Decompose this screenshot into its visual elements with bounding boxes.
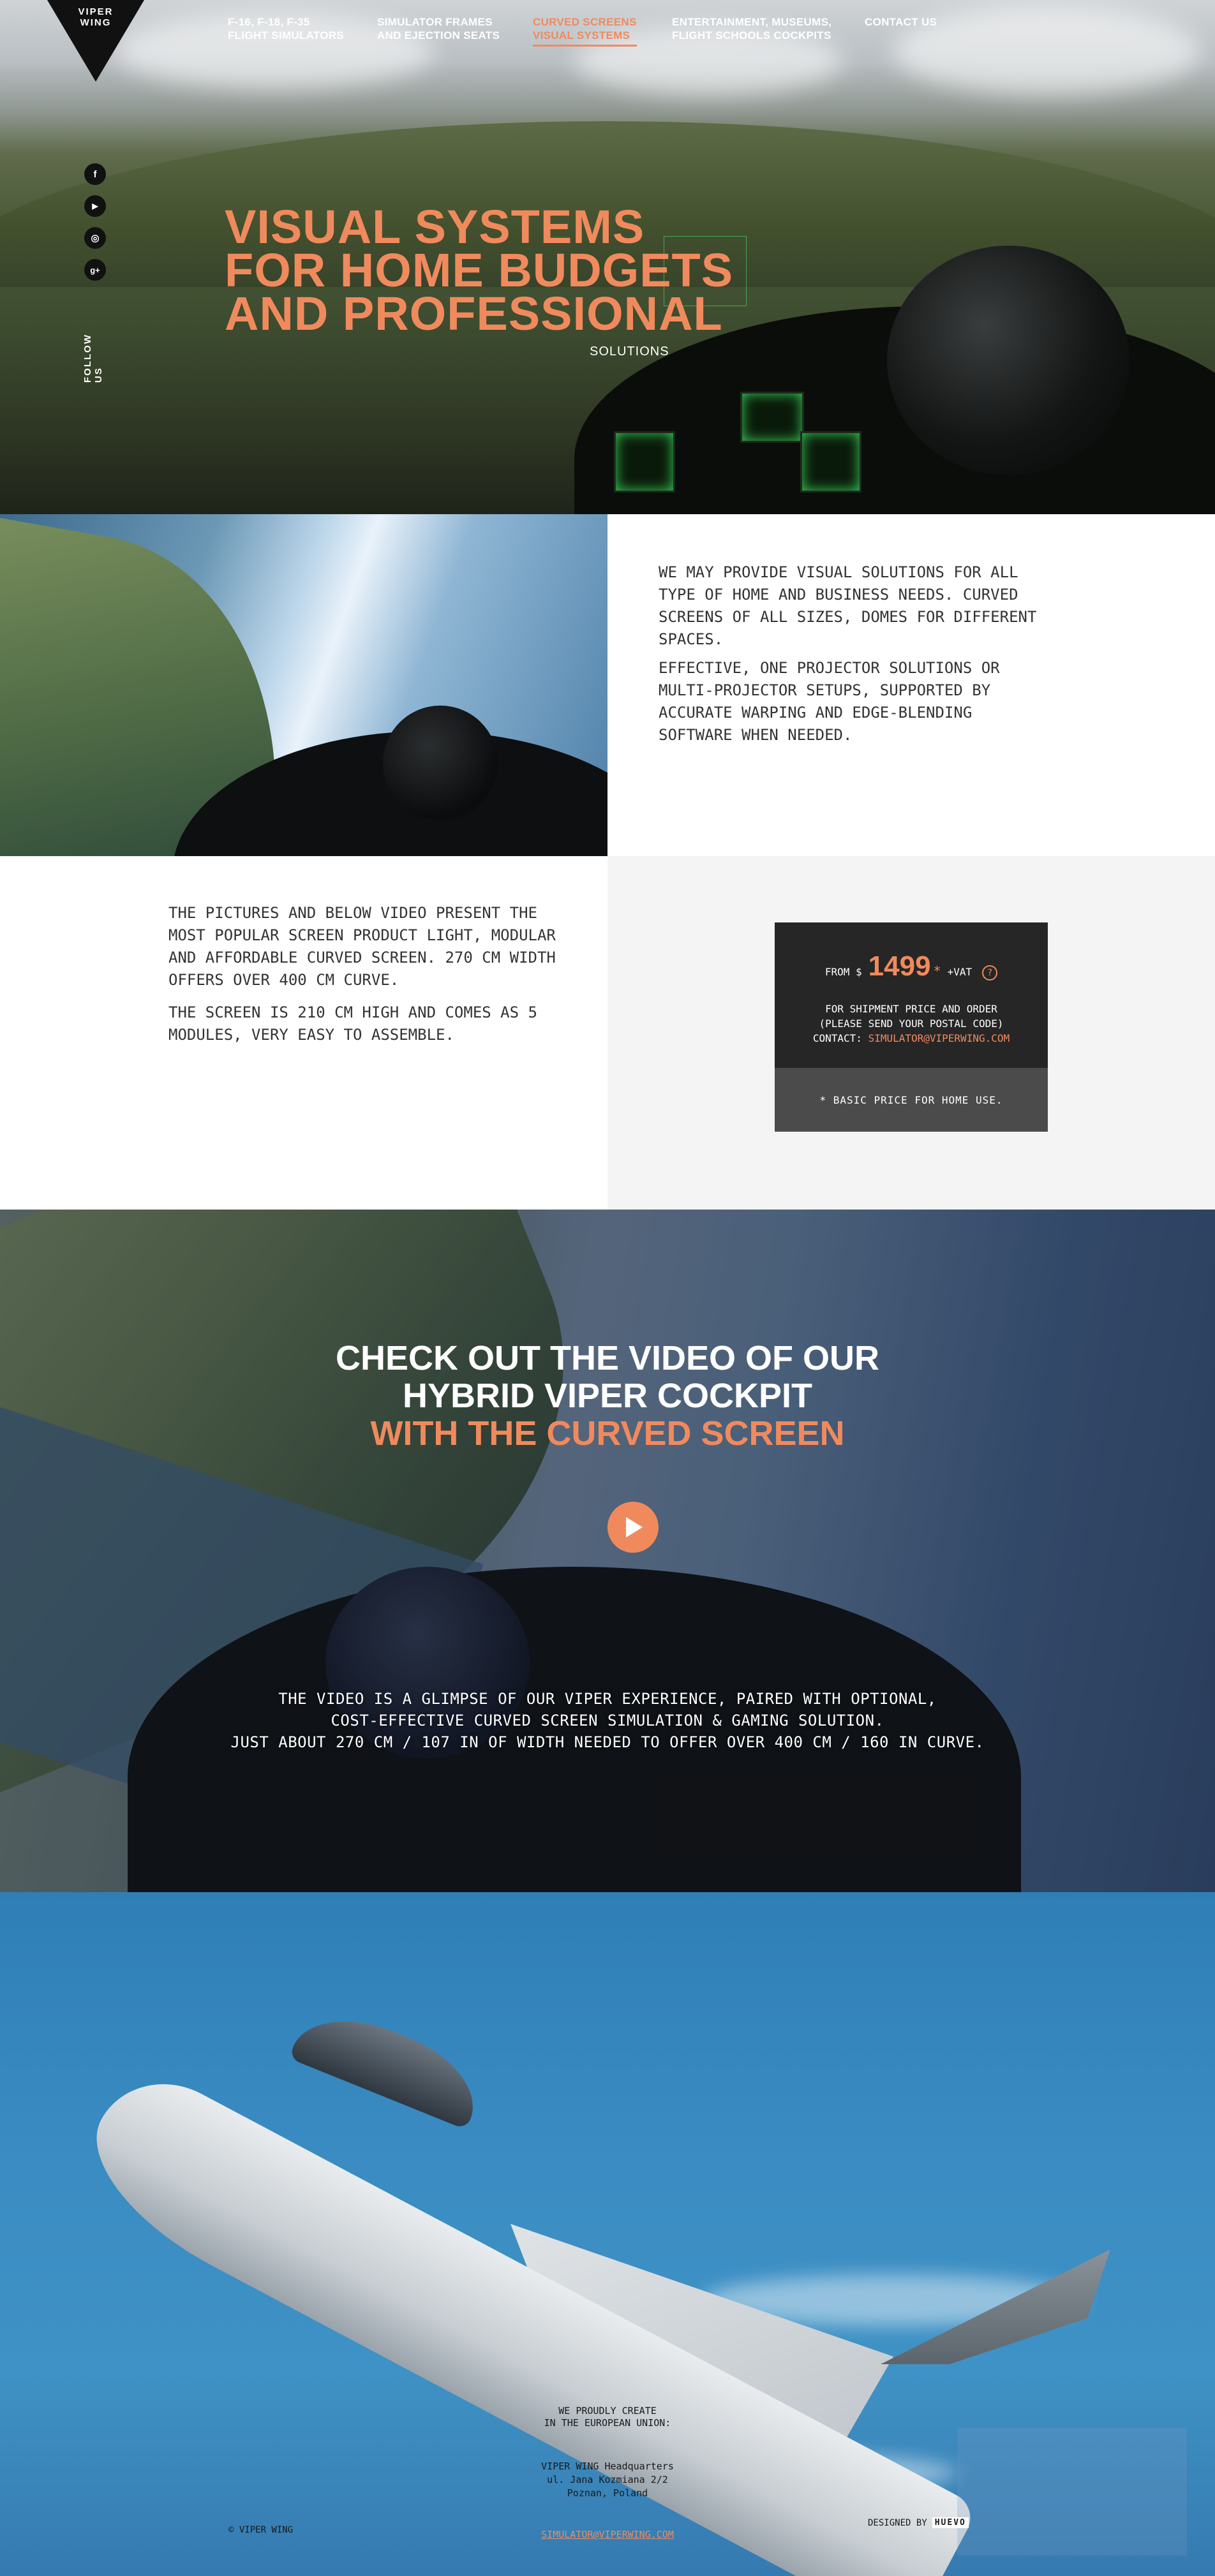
cockpit-display [740,392,804,443]
cloud [893,6,1200,96]
logo-text: VIPER WING [47,6,144,28]
designer-logo[interactable]: HUEVO [932,2517,969,2528]
product-description: The pictures and below video present the… [168,902,577,1056]
video-title-line2: HYBRID VIPER COCKPIT [402,1377,813,1415]
video-title-line1: CHECK OUT THE VIDEO OF OUR [335,1339,880,1377]
video-title: CHECK OUT THE VIDEO OF OUR HYBRID VIPER … [0,1340,1215,1453]
google-plus-icon[interactable]: g+ [84,259,106,281]
logo-line-2: WING [80,17,112,28]
follow-us-label: FOLLOW US [82,334,104,383]
pilot-helmet [887,246,1129,475]
credit-line: WE PROUDLY CREATE [558,2405,657,2417]
price-value: 1499 [868,951,931,982]
cockpit-display [614,431,675,492]
price-card: FROM $ 1499 * +VAT ? FOR SHIPMENT PRICE … [775,922,1048,1132]
facebook-icon[interactable]: f [84,163,106,185]
nav-label-line2: FLIGHT SCHOOLS COCKPITS [672,29,831,41]
hero-subtitle: SOLUTIONS [590,344,669,359]
nav-label-line1: CURVED SCREENS [533,16,637,28]
address-line: Poznan, Poland [567,2487,648,2499]
contact-label: CONTACT: [812,1032,862,1044]
price-info: FOR SHIPMENT PRICE AND ORDER (PLEASE SEN… [775,1002,1048,1046]
logo-line-1: VIPER [78,6,114,17]
nav-label-line2: VISUAL SYSTEMS [533,29,630,41]
instagram-icon[interactable]: ◎ [84,227,106,249]
price-info-line: FOR SHIPMENT PRICE AND ORDER [825,1003,997,1015]
nav-label-line1: F-16, F-18, F-35 [228,16,310,28]
nav-label-line1: ENTERTAINMENT, MUSEUMS, [672,16,832,28]
price-contact-line: CONTACT: SIMULATOR@VIPERWING.COM [775,1031,1048,1046]
video-overlay [0,1210,1215,1892]
nav-label-line2: FLIGHT SIMULATORS [228,29,345,41]
footer-credit: WE PROUDLY CREATE IN THE EUROPEAN UNION: [0,2405,1215,2429]
play-icon [626,1517,643,1537]
paragraph: We may provide visual solutions for all … [659,563,1037,648]
price-note: * BASIC PRICE FOR HOME USE. [775,1068,1048,1132]
nav-contact-us[interactable]: CONTACT US [865,15,937,29]
play-video-button[interactable] [608,1502,659,1553]
credit-line: IN THE EUROPEAN UNION: [544,2417,671,2429]
price-row: FROM $ 1499 * +VAT ? [775,951,1048,982]
footer-email-link[interactable]: SIMULATOR@VIPERWING.COM [0,2529,1215,2540]
video-description: The video is a glimpse of our Viper expe… [0,1688,1215,1753]
nav-curved-screens[interactable]: CURVED SCREENS VISUAL SYSTEMS [533,15,637,47]
address-line: VIPER WING Headquarters [541,2461,674,2472]
pilot-helmet [383,706,498,820]
price-vat: +VAT [947,966,973,978]
nav-simulator-frames[interactable]: SIMULATOR FRAMES AND EJECTION SEATS [377,15,500,42]
visual-solutions-text: We may provide visual solutions for all … [659,561,1054,753]
hero-title: VISUAL SYSTEMS FOR HOME BUDGETS AND PROF… [225,200,735,340]
hero-title-line1: VISUAL SYSTEMS [225,200,645,253]
designed-by: DESIGNED BY HUEVO [868,2517,969,2528]
hero-title-line3: AND PROFESSIONAL [225,287,723,340]
youtube-icon[interactable]: ▶ [84,195,106,217]
nav-entertainment[interactable]: ENTERTAINMENT, MUSEUMS, FLIGHT SCHOOLS C… [672,15,831,42]
site-logo[interactable]: VIPER WING [47,0,144,82]
price-asterisk: * [933,963,941,979]
paragraph: Effective, one projector solutions or mu… [659,659,1000,744]
price-info-line: (PLEASE SEND YOUR POSTAL CODE) [819,1018,1004,1030]
video-title-line3: WITH THE CURVED SCREEN [370,1414,845,1453]
social-links: f ▶ ◎ g+ [84,163,107,291]
cockpit-display [800,431,861,492]
nav-label-line1: SIMULATOR FRAMES [377,16,493,28]
help-icon[interactable]: ? [982,965,998,981]
nav-label-line1: CONTACT US [865,16,937,28]
nav-label-line2: AND EJECTION SEATS [377,29,500,41]
video-desc-line: cost-effective curved screen simulation … [331,1712,884,1729]
cockpit-sky-image [0,514,608,856]
video-section [0,1210,1215,1892]
address-line: ul. Jana Kozmiana 2/2 [547,2474,668,2485]
video-desc-line: The video is a glimpse of our Viper expe… [278,1690,937,1708]
price-from-label: FROM $ [824,966,862,978]
video-desc-line: Just about 270 cm / 107 in of width need… [230,1733,985,1751]
hero-title-line2: FOR HOME BUDGETS [225,244,734,297]
price-card-top: FROM $ 1499 * +VAT ? FOR SHIPMENT PRICE … [775,922,1048,1068]
nav-flight-simulators[interactable]: F-16, F-18, F-35 FLIGHT SIMULATORS [228,15,344,42]
contact-email-link[interactable]: SIMULATOR@VIPERWING.COM [868,1032,1010,1044]
designed-by-label: DESIGNED BY [868,2517,927,2528]
hero-section: VIPER WING F-16, F-18, F-35 FLIGHT SIMUL… [0,0,1215,514]
paragraph: The screen is 210 cm high and comes as 5… [168,1003,537,1044]
jet-canopy [288,1999,490,2130]
footer-address: VIPER WING Headquarters ul. Jana Kozmian… [0,2460,1215,2500]
paragraph: The pictures and below video present the… [168,904,556,989]
